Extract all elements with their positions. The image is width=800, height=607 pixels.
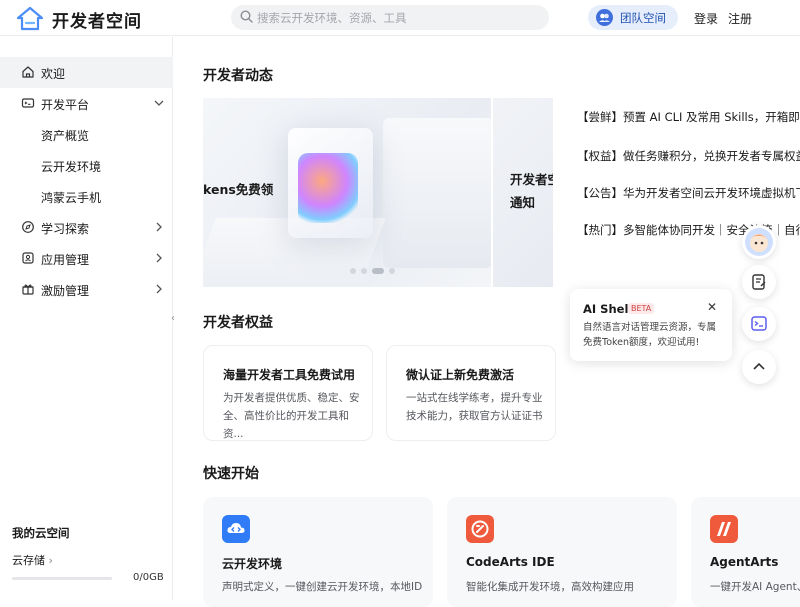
quickstart-card[interactable]: CodeArts IDE 智能化集成开发环境，高效构建应用 bbox=[447, 497, 677, 607]
sidebar-item-label: 欢迎 bbox=[41, 67, 66, 81]
carousel-dot[interactable] bbox=[350, 268, 356, 274]
banner-glow-image bbox=[298, 153, 358, 223]
top-bar: 开发者空间 搜索云开发环境、资源、工具 团队空间 登录 注册 bbox=[0, 0, 800, 36]
quickstart-card[interactable]: 云开发环境 声明式定义，一键创建云开发环境，本地IDE/C bbox=[203, 497, 433, 607]
carousel-dot[interactable] bbox=[389, 268, 395, 274]
sidebar-item-app-management[interactable]: 应用管理 bbox=[0, 243, 173, 274]
sidebar-item-label: 鸿蒙云手机 bbox=[41, 191, 102, 205]
assistant-avatar-icon bbox=[745, 228, 773, 256]
home-icon bbox=[22, 66, 34, 78]
quickstart-title: 快速开始 bbox=[203, 466, 259, 482]
gift-icon bbox=[22, 284, 34, 295]
carousel-dot-active[interactable] bbox=[372, 268, 384, 274]
benefit-card[interactable]: 海量开发者工具免费试用 为开发者提供优质、稳定、安全、高性价比的开发工具和资..… bbox=[203, 345, 373, 441]
compass-icon bbox=[22, 221, 34, 233]
beta-badge: BETA bbox=[628, 303, 655, 314]
sidebar-item-label: 学习探索 bbox=[41, 222, 90, 236]
banner-next-slide[interactable]: 开发者空通知 bbox=[493, 98, 553, 287]
carousel-dot[interactable] bbox=[361, 268, 367, 274]
sidebar-collapse-icon[interactable]: ‹ bbox=[171, 313, 181, 325]
banner-text: kens免费领 bbox=[203, 182, 274, 197]
banner-shape bbox=[383, 118, 491, 268]
chevron-right-icon: › bbox=[48, 554, 53, 567]
sidebar-item-welcome[interactable]: 欢迎 bbox=[0, 57, 173, 88]
chevron-right-icon bbox=[156, 253, 162, 263]
quickstart-card-desc: 声明式定义，一键创建云开发环境，本地IDE/C bbox=[222, 581, 422, 593]
my-cloud-title: 我的云空间 bbox=[12, 526, 70, 540]
search-input[interactable]: 搜索云开发环境、资源、工具 bbox=[231, 5, 549, 30]
ai-shell-tooltip: AI Shell BETA ✕ 自然语言对话管理云资源，专属免费Token额度，… bbox=[570, 289, 732, 361]
sidebar-item-cloud-dev-env[interactable]: 云开发环境 bbox=[0, 150, 173, 181]
storage-link[interactable]: 云存储 › bbox=[12, 552, 53, 568]
terminal-icon bbox=[21, 98, 35, 108]
terminal-icon bbox=[751, 316, 767, 331]
agentarts-icon bbox=[710, 515, 738, 543]
quickstart-card-desc: 一键开发AI Agent、部 bbox=[710, 581, 800, 593]
search-icon bbox=[240, 10, 253, 23]
sidebar: 欢迎 开发平台 资产概览 云开发环境 鸿蒙云手机 学习探索 应用管理 激励管理 … bbox=[0, 37, 173, 600]
ai-shell-text: 自然语言对话管理云资源，专属免费Token额度，欢迎试用! bbox=[583, 322, 717, 348]
cloud-code-icon bbox=[222, 515, 250, 543]
benefits-title: 开发者权益 bbox=[203, 315, 273, 331]
news-item[interactable]: 【尝鲜】预置 AI CLI 及常用 Skills，开箱即用作 bbox=[577, 109, 800, 125]
ai-shell-button[interactable] bbox=[742, 307, 776, 341]
benefit-card-title: 微认证上新免费激活 bbox=[406, 368, 515, 382]
team-space-button[interactable]: 团队空间 bbox=[588, 5, 678, 30]
sidebar-item-label: 激励管理 bbox=[41, 284, 90, 298]
news-item[interactable]: 【公告】华为开发者空间云开发环境虚拟机下线 bbox=[577, 185, 800, 201]
brand-title[interactable]: 开发者空间 bbox=[52, 7, 142, 32]
sidebar-item-incentive[interactable]: 激励管理 bbox=[0, 274, 173, 305]
sidebar-item-label: 云开发环境 bbox=[41, 160, 102, 174]
dynamics-title: 开发者动态 bbox=[203, 68, 273, 84]
carousel-dots bbox=[350, 268, 400, 274]
sidebar-item-label: 资产概览 bbox=[41, 129, 90, 143]
feedback-button[interactable] bbox=[742, 265, 776, 299]
chevron-right-icon bbox=[156, 222, 162, 232]
assistant-avatar-button[interactable] bbox=[742, 225, 776, 259]
logo-icon[interactable] bbox=[16, 6, 44, 31]
document-edit-icon bbox=[752, 274, 766, 290]
benefit-card[interactable]: 微认证上新免费激活 一站式在线学练考，提升专业技术能力，获取官方认证证书 bbox=[386, 345, 556, 441]
ai-shell-title: AI Shell bbox=[583, 302, 633, 316]
chevron-right-icon bbox=[156, 284, 162, 294]
quickstart-card-title: 云开发环境 bbox=[222, 557, 283, 571]
team-icon bbox=[596, 9, 613, 26]
sidebar-item-dev-platform[interactable]: 开发平台 bbox=[0, 88, 173, 119]
quickstart-card-title: AgentArts bbox=[710, 555, 779, 569]
chevron-down-icon bbox=[154, 100, 164, 106]
app-icon bbox=[22, 252, 34, 264]
quickstart-card-title: CodeArts IDE bbox=[466, 555, 555, 569]
search-placeholder: 搜索云开发环境、资源、工具 bbox=[257, 11, 407, 25]
sidebar-item-learning[interactable]: 学习探索 bbox=[0, 212, 173, 243]
banner-carousel[interactable]: kens免费领 bbox=[203, 98, 491, 287]
codearts-icon bbox=[466, 515, 494, 543]
benefit-card-title: 海量开发者工具免费试用 bbox=[223, 368, 356, 382]
register-link[interactable]: 注册 bbox=[728, 10, 752, 27]
benefit-card-desc: 一站式在线学练考，提升专业技术能力，获取官方认证证书 bbox=[406, 392, 543, 422]
sidebar-item-harmony-cloud-phone[interactable]: 鸿蒙云手机 bbox=[0, 181, 173, 212]
sidebar-item-asset-overview[interactable]: 资产概览 bbox=[0, 119, 173, 150]
benefit-card-desc: 为开发者提供优质、稳定、安全、高性价比的开发工具和资... bbox=[223, 392, 360, 440]
storage-progress bbox=[12, 577, 112, 580]
banner-next-text: 开发者空通知 bbox=[510, 172, 553, 210]
sidebar-item-label: 开发平台 bbox=[41, 98, 90, 112]
storage-label: 云存储 bbox=[12, 554, 45, 567]
news-item[interactable]: 【权益】做任务赚积分，兑换开发者专属权益 bbox=[577, 148, 800, 164]
team-space-label: 团队空间 bbox=[620, 11, 666, 25]
quickstart-card-desc: 智能化集成开发环境，高效构建应用 bbox=[466, 581, 634, 593]
sidebar-item-label: 应用管理 bbox=[41, 253, 90, 267]
back-to-top-button[interactable] bbox=[742, 350, 776, 384]
quickstart-card[interactable]: AgentArts 一键开发AI Agent、部 bbox=[691, 497, 800, 607]
chevron-up-icon bbox=[753, 362, 765, 370]
login-link[interactable]: 登录 bbox=[694, 10, 718, 27]
close-icon[interactable]: ✕ bbox=[707, 300, 717, 314]
storage-value: 0/0GB bbox=[133, 572, 164, 583]
